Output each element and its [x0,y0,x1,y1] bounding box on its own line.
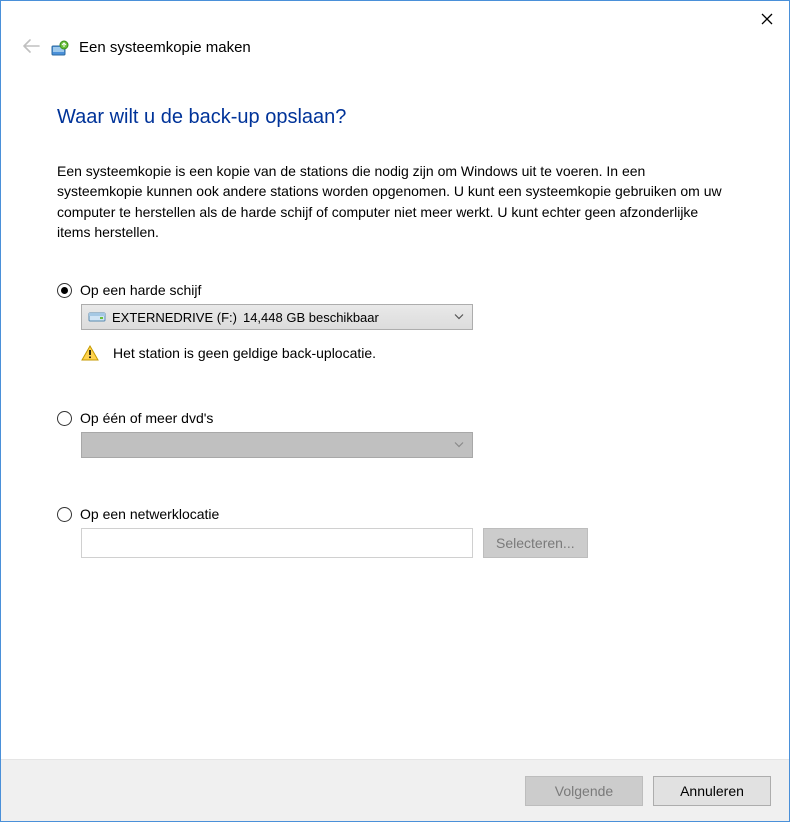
next-button: Volgende [525,776,643,806]
cancel-button[interactable]: Annuleren [653,776,771,806]
warning-icon [81,344,99,362]
option-hdd: Op een harde schijf EXTERNEDRIVE (F:) 14… [57,282,733,362]
back-arrow-icon [22,39,40,53]
radio-dvd-label: Op één of meer dvd's [80,410,213,426]
hdd-drive-detail: 14,448 GB beschikbaar [243,310,379,325]
chevron-down-icon [454,312,464,323]
page-heading: Waar wilt u de back-up opslaan? [57,106,733,129]
hdd-warning-text: Het station is geen geldige back-uplocat… [113,345,376,361]
close-icon [761,13,773,25]
titlebar [1,1,789,31]
wizard-header: Een systeemkopie maken [1,31,789,66]
system-image-icon [51,40,69,58]
option-dvd: Op één of meer dvd's [57,410,733,458]
hdd-warning: Het station is geen geldige back-uplocat… [81,344,733,362]
hdd-drive-dropdown[interactable]: EXTERNEDRIVE (F:) 14,448 GB beschikbaar [81,304,473,330]
radio-dvd[interactable]: Op één of meer dvd's [57,410,733,426]
network-path-input[interactable] [81,528,473,558]
drive-icon [88,310,106,324]
radio-hdd[interactable]: Op een harde schijf [57,282,733,298]
radio-hdd-label: Op een harde schijf [80,282,201,298]
radio-network-label: Op een netwerklocatie [80,506,219,522]
wizard-content: Waar wilt u de back-up opslaan? Een syst… [1,66,789,759]
browse-button: Selecteren... [483,528,588,558]
close-button[interactable] [755,7,779,31]
radio-hdd-indicator [57,283,72,298]
wizard-footer: Volgende Annuleren [1,759,789,821]
dvd-drive-dropdown [81,432,473,458]
page-description: Een systeemkopie is een kopie van de sta… [57,161,733,242]
wizard-title: Een systeemkopie maken [79,39,251,56]
radio-dvd-indicator [57,411,72,426]
hdd-drive-name: EXTERNEDRIVE (F:) [112,310,237,325]
radio-network[interactable]: Op een netwerklocatie [57,506,733,522]
back-button[interactable] [21,37,41,58]
chevron-down-icon [454,440,464,451]
radio-network-indicator [57,507,72,522]
option-network: Op een netwerklocatie Selecteren... [57,506,733,558]
wizard-window: Een systeemkopie maken Waar wilt u de ba… [0,0,790,822]
